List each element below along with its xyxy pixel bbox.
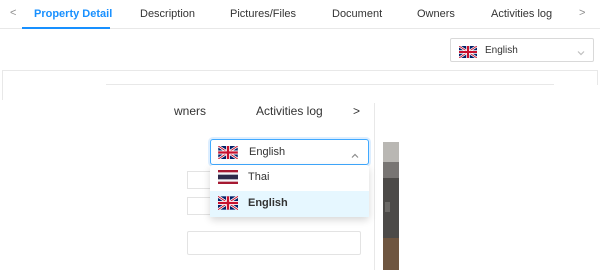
tab-bar: < Property Detail Description Pictures/F…: [0, 0, 600, 29]
language-select[interactable]: English: [450, 38, 594, 62]
zoomed-view: wners Activities log > English Thai Engl…: [106, 85, 600, 270]
zoom-language-select[interactable]: English: [210, 139, 369, 165]
tab-scroll-right-arrow[interactable]: >: [579, 7, 585, 19]
tab-owners[interactable]: Owners: [417, 8, 455, 20]
language-option-label: English: [248, 197, 288, 209]
tab-document[interactable]: Document: [332, 8, 382, 20]
tab-property-detail[interactable]: Property Detail: [34, 8, 112, 20]
uk-flag-icon: [217, 144, 239, 164]
property-photo: [383, 142, 399, 270]
tab-activities-log[interactable]: Activities log: [491, 8, 552, 20]
uk-flag-icon: [458, 45, 478, 63]
zoom-tab-owners[interactable]: wners: [174, 104, 206, 118]
language-option-english[interactable]: English: [210, 191, 369, 217]
zoom-tab-scroll-right-arrow[interactable]: >: [353, 104, 360, 118]
zoom-tab-activities-log[interactable]: Activities log: [256, 104, 323, 118]
form-input[interactable]: [187, 231, 361, 255]
tab-pictures-files[interactable]: Pictures/Files: [230, 8, 296, 20]
thai-flag-icon: [218, 170, 238, 189]
tab-scroll-left-arrow[interactable]: <: [10, 7, 16, 19]
language-dropdown-menu: Thai English: [210, 165, 369, 217]
chevron-down-icon: [576, 45, 586, 63]
form-input[interactable]: [187, 197, 211, 215]
language-select-value: English: [485, 45, 518, 56]
language-option-thai[interactable]: Thai: [210, 165, 369, 191]
zoom-language-select-value: English: [249, 146, 286, 158]
panel-divider: [374, 103, 375, 270]
form-input[interactable]: [187, 171, 211, 189]
chevron-up-icon: [350, 148, 360, 166]
language-option-label: Thai: [248, 171, 270, 183]
uk-flag-icon: [217, 195, 239, 215]
tab-description[interactable]: Description: [140, 8, 195, 20]
active-tab-indicator: [22, 27, 110, 29]
